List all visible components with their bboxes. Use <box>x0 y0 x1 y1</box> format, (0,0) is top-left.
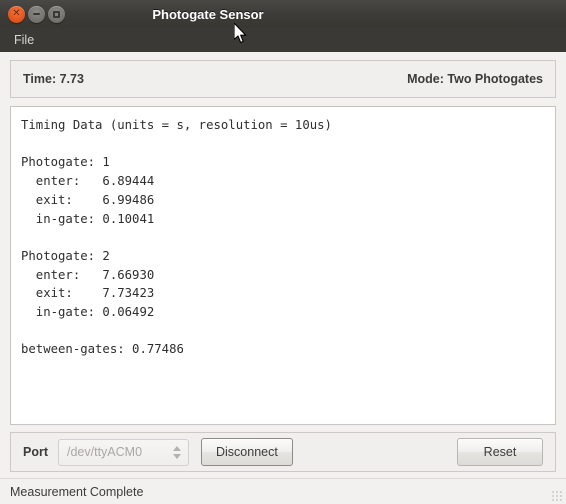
menu-bar: File <box>0 28 566 52</box>
title-bar[interactable]: ✕ Photogate Sensor <box>0 0 566 28</box>
status-message: Measurement Complete <box>10 484 144 499</box>
stepper-arrows-icon[interactable] <box>173 445 184 459</box>
main-content: Time: 7.73 Mode: Two Photogates Timing D… <box>0 52 566 472</box>
minimize-icon <box>33 13 40 15</box>
chevron-down-icon <box>173 453 181 459</box>
disconnect-button[interactable]: Disconnect <box>201 438 293 466</box>
time-readout: Time: 7.73 <box>23 72 84 86</box>
window-controls: ✕ <box>8 5 65 23</box>
window-title: Photogate Sensor <box>152 6 264 22</box>
maximize-icon <box>53 10 60 18</box>
port-select-value: /dev/ttyACM0 <box>67 445 143 459</box>
close-button[interactable]: ✕ <box>8 5 25 23</box>
port-label: Port <box>23 445 48 459</box>
port-select[interactable]: /dev/ttyACM0 <box>58 438 189 466</box>
maximize-button[interactable] <box>48 5 65 23</box>
port-toolbar: Port /dev/ttyACM0 Disconnect Reset <box>10 432 556 472</box>
resize-grip[interactable] <box>550 489 563 502</box>
minimize-button[interactable] <box>28 5 45 23</box>
reset-button[interactable]: Reset <box>457 438 543 466</box>
mode-readout: Mode: Two Photogates <box>407 72 543 86</box>
status-bar: Measurement Complete <box>0 478 566 504</box>
menu-item-file[interactable]: File <box>8 31 40 49</box>
close-icon: ✕ <box>12 7 21 19</box>
application-window: ✕ Photogate Sensor File Time: 7.73 Mode:… <box>0 0 566 504</box>
timing-data-text: Timing Data (units = s, resolution = 10u… <box>21 118 332 357</box>
info-panel: Time: 7.73 Mode: Two Photogates <box>10 60 556 98</box>
timing-data-panel[interactable]: Timing Data (units = s, resolution = 10u… <box>10 106 556 425</box>
chevron-up-icon <box>173 445 181 451</box>
